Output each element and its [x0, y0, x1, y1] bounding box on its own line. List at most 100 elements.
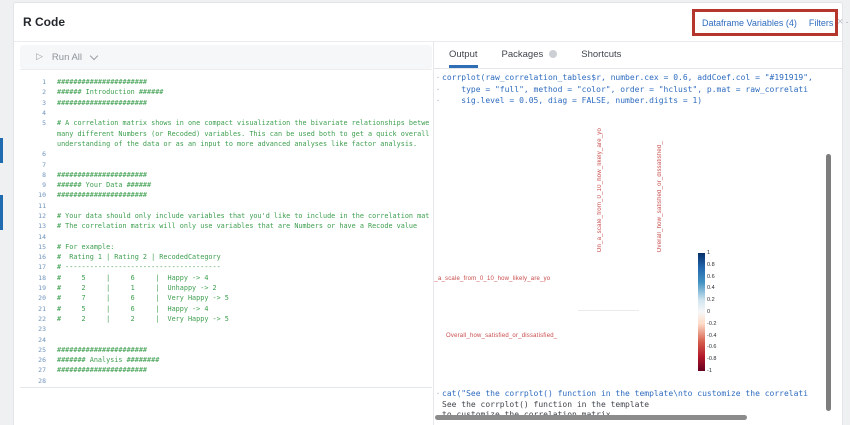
line-number: 3	[20, 99, 46, 107]
cat-result-line: See the corrplot() function in the templ…	[442, 400, 649, 411]
code-line[interactable]: 21# 5 | 6 | Happy -> 4	[20, 304, 432, 314]
line-number: 26	[20, 356, 46, 364]
annotation-highlight-box: Dataframe Variables (4) Filters ···	[692, 9, 838, 36]
line-number: 8	[20, 171, 46, 179]
code-line[interactable]: 18# 5 | 6 | Happy -> 4	[20, 273, 432, 283]
line-number: 17	[20, 263, 46, 271]
code-line[interactable]: 7	[20, 159, 432, 169]
correlation-plot: On_a_scale_from_0_10_how_likely_are_yo O…	[434, 105, 830, 389]
code-line[interactable]: 4	[20, 108, 432, 118]
run-all-label: Run All	[52, 52, 82, 63]
plot-column-label: On_a_scale_from_0_10_how_likely_are_yo	[597, 128, 603, 252]
code-line[interactable]: 6	[20, 149, 432, 159]
code-line[interactable]: 16# Rating 1 | Rating 2 | RecodedCategor…	[20, 252, 432, 262]
code-line[interactable]: 26####### Analysis ########	[20, 355, 432, 365]
legend-tick: 0.8	[707, 262, 727, 268]
output-panel: Output Packages Shortcuts ·corrplot(raw_…	[433, 41, 842, 425]
line-number: 21	[20, 305, 46, 313]
legend-tick: -0.2	[707, 321, 727, 327]
line-number: 2	[20, 88, 46, 96]
legend-tick: 0.2	[707, 297, 727, 303]
vertical-scrollbar[interactable]	[826, 154, 831, 411]
legend-tick: -0.6	[707, 344, 727, 350]
legend-tick: 0.4	[707, 285, 727, 291]
line-number: 23	[20, 325, 46, 333]
line-number: 24	[20, 336, 46, 344]
console-output: ·corrplot(raw_correlation_tables$r, numb…	[434, 73, 842, 108]
tab-output[interactable]: Output	[449, 49, 478, 68]
code-line[interactable]: 28	[20, 376, 432, 386]
line-number: 20	[20, 294, 46, 302]
line-number: 18	[20, 274, 46, 282]
cat-command-line: cat("See the corrplot() function in the …	[442, 389, 808, 400]
code-line[interactable]: 8######################	[20, 170, 432, 180]
line-number: 7	[20, 161, 46, 169]
code-line[interactable]: 14	[20, 231, 432, 241]
legend-tick: -1	[707, 368, 727, 374]
output-tabbar: Output Packages Shortcuts	[434, 41, 842, 69]
code-line[interactable]: 24	[20, 334, 432, 344]
filters-link[interactable]: Filters	[809, 18, 834, 28]
code-line[interactable]: 2###### Introduction ######	[20, 87, 432, 97]
line-number: 12	[20, 212, 46, 220]
code-line[interactable]: 11	[20, 201, 432, 211]
dataframe-variables-link[interactable]: Dataframe Variables (4)	[702, 18, 797, 28]
plot-row-label: On_a_scale_from_0_10_how_likely_are_yo	[434, 276, 550, 282]
plot-cell-gridline	[578, 310, 639, 311]
line-number: 10	[20, 191, 46, 199]
code-line[interactable]: 13# The correlation matrix will only use…	[20, 221, 432, 231]
code-line[interactable]: 19# 2 | 1 | Unhappy -> 2	[20, 283, 432, 293]
plot-row-label: Overall_how_satisfied_or_dissatisfied_	[446, 333, 557, 339]
tab-shortcuts[interactable]: Shortcuts	[581, 49, 621, 68]
line-number: 1	[20, 78, 46, 86]
code-line[interactable]: 25######################	[20, 345, 432, 355]
code-line[interactable]: 3######################	[20, 98, 432, 108]
line-number: 9	[20, 181, 46, 189]
line-number: 5	[20, 119, 46, 127]
code-line[interactable]: 1######################	[20, 77, 432, 87]
line-number: 4	[20, 109, 46, 117]
console-bullet-icon: ·	[434, 389, 442, 400]
more-options-icon[interactable]: ···	[845, 17, 850, 28]
code-line[interactable]: 5# A correlation matrix shows in one com…	[20, 118, 432, 128]
legend-tick: 1	[707, 250, 727, 256]
code-line[interactable]: 27######################	[20, 365, 432, 375]
left-edge-tab-1[interactable]	[0, 138, 3, 163]
line-number: 6	[20, 150, 46, 158]
plot-column-label: Overall_how_satisfied_or_dissatisfied_	[657, 141, 663, 252]
line-number: 14	[20, 233, 46, 241]
line-number: 13	[20, 222, 46, 230]
r-code-card: R Code Dataframe Variables (4) Filters ·…	[13, 2, 843, 425]
code-line[interactable]: understanding of the data or as an input…	[20, 139, 432, 149]
code-line[interactable]: 20# 7 | 6 | Very Happy -> 5	[20, 293, 432, 303]
chevron-down-icon[interactable]	[90, 51, 98, 59]
legend-tick: -0.4	[707, 333, 727, 339]
code-line[interactable]: 10######################	[20, 190, 432, 200]
tab-packages[interactable]: Packages	[502, 49, 558, 68]
horizontal-scrollbar[interactable]	[435, 415, 747, 420]
run-all-button[interactable]: ▷ Run All	[20, 45, 432, 69]
code-line[interactable]: 17# ------------------------------------…	[20, 262, 432, 272]
console-command-line: corrplot(raw_correlation_tables$r, numbe…	[442, 73, 813, 85]
left-edge-tab-2[interactable]	[0, 195, 3, 230]
code-editor[interactable]: 1###################### 2###### Introduc…	[20, 69, 432, 388]
console-command-line: type = "full", method = "color", order =…	[442, 85, 808, 97]
play-icon: ▷	[36, 52, 43, 62]
line-number: 22	[20, 315, 46, 323]
code-line[interactable]: 15# For example:	[20, 242, 432, 252]
console-bullet-icon: ·	[434, 85, 442, 97]
color-scale-legend	[698, 253, 705, 371]
legend-tick: 0	[707, 309, 727, 315]
code-line[interactable]: many different Numbers (or Recoded) vari…	[20, 128, 432, 138]
console-bullet-icon: ·	[434, 73, 442, 85]
line-number: 11	[20, 202, 46, 210]
code-line[interactable]: 23	[20, 324, 432, 334]
line-number: 27	[20, 366, 46, 374]
code-line[interactable]: 12# Your data should only include variab…	[20, 211, 432, 221]
page-title: R Code	[23, 15, 65, 29]
line-number: 25	[20, 346, 46, 354]
code-line[interactable]: 9###### Your Data ######	[20, 180, 432, 190]
line-number: 15	[20, 243, 46, 251]
code-line[interactable]: 22# 2 | 2 | Very Happy -> 5	[20, 314, 432, 324]
legend-tick: 0.6	[707, 274, 727, 280]
